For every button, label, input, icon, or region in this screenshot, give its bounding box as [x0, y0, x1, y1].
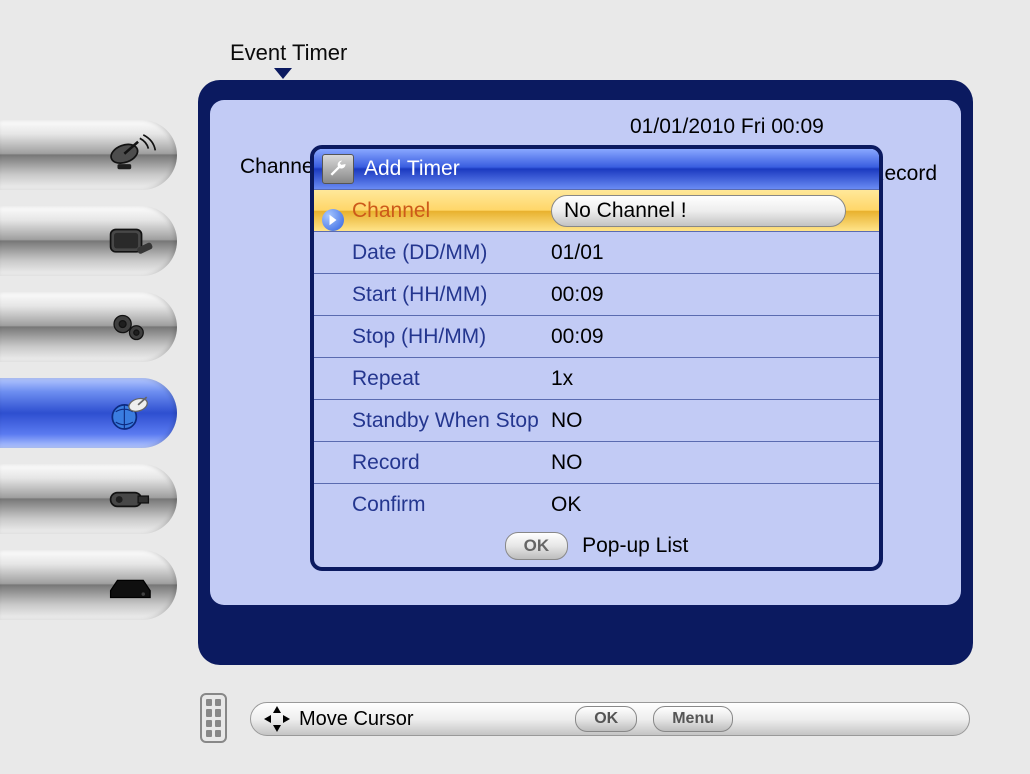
field-label: Channel [352, 199, 430, 222]
tv-icon [102, 219, 157, 264]
dpad-icon [265, 707, 289, 731]
field-row-stop[interactable]: Stop (HH/MM) 00:09 [314, 315, 879, 357]
field-row-confirm[interactable]: Confirm OK [314, 483, 879, 525]
field-row-start[interactable]: Start (HH/MM) 00:09 [314, 273, 879, 315]
field-label: Stop (HH/MM) [352, 325, 486, 348]
sidebar [0, 120, 177, 636]
field-row-standby[interactable]: Standby When Stop NO [314, 399, 879, 441]
sidebar-item-media[interactable] [0, 550, 177, 620]
sidebar-item-settings[interactable] [0, 292, 177, 362]
sidebar-item-channel[interactable] [0, 206, 177, 276]
field-value: No Channel ! [564, 199, 687, 223]
field-label: Date (DD/MM) [352, 241, 487, 264]
field-label: Start (HH/MM) [352, 283, 487, 306]
stb-icon [102, 563, 157, 608]
field-value: NO [551, 409, 583, 432]
gear-icon [102, 305, 157, 350]
channel-value-pill[interactable]: No Channel ! [551, 195, 846, 227]
field-value: NO [551, 451, 583, 474]
ok-hint-button: OK [505, 532, 569, 560]
field-row-date[interactable]: Date (DD/MM) 01/01 [314, 231, 879, 273]
page-title: Event Timer [230, 40, 347, 66]
add-timer-dialog: Add Timer Channel No Channel ! Date (DD/… [310, 145, 883, 571]
dialog-help-row: OK Pop-up List [314, 525, 879, 567]
field-row-channel[interactable]: Channel No Channel ! [314, 189, 879, 231]
main-window: 01/01/2010 Fri 00:09 Channe Record Add T… [198, 80, 973, 665]
sidebar-item-installation[interactable] [0, 120, 177, 190]
title-pointer-icon [274, 68, 292, 79]
dialog-help-label: Pop-up List [582, 534, 688, 558]
datetime-label: 01/01/2010 Fri 00:09 [630, 115, 824, 139]
field-row-record[interactable]: Record NO [314, 441, 879, 483]
field-value: 00:09 [551, 283, 604, 306]
field-value: 00:09 [551, 325, 604, 348]
sidebar-item-usb[interactable] [0, 464, 177, 534]
main-panel: 01/01/2010 Fri 00:09 Channe Record Add T… [210, 100, 961, 605]
field-label: Repeat [352, 367, 420, 390]
field-label: Standby When Stop [352, 409, 539, 432]
help-bar: Move Cursor OK Menu [250, 702, 970, 736]
remote-icon [200, 693, 227, 743]
usb-icon [102, 477, 157, 522]
globe-dish-icon [102, 391, 157, 436]
menu-button-hint: Menu [653, 706, 733, 732]
background-channel-label: Channe [240, 155, 314, 179]
ok-button-hint: OK [575, 706, 637, 732]
wrench-icon [322, 154, 354, 184]
field-label: Confirm [352, 493, 426, 516]
sidebar-item-timer[interactable] [0, 378, 177, 448]
field-row-repeat[interactable]: Repeat 1x [314, 357, 879, 399]
dialog-header: Add Timer [314, 149, 879, 189]
dialog-title: Add Timer [364, 157, 460, 181]
arrow-right-icon [322, 209, 344, 231]
dish-icon [102, 133, 157, 178]
field-value: OK [551, 493, 581, 516]
move-cursor-label: Move Cursor [299, 708, 413, 731]
field-label: Record [352, 451, 420, 474]
field-value: 1x [551, 367, 573, 390]
field-value: 01/01 [551, 241, 604, 264]
